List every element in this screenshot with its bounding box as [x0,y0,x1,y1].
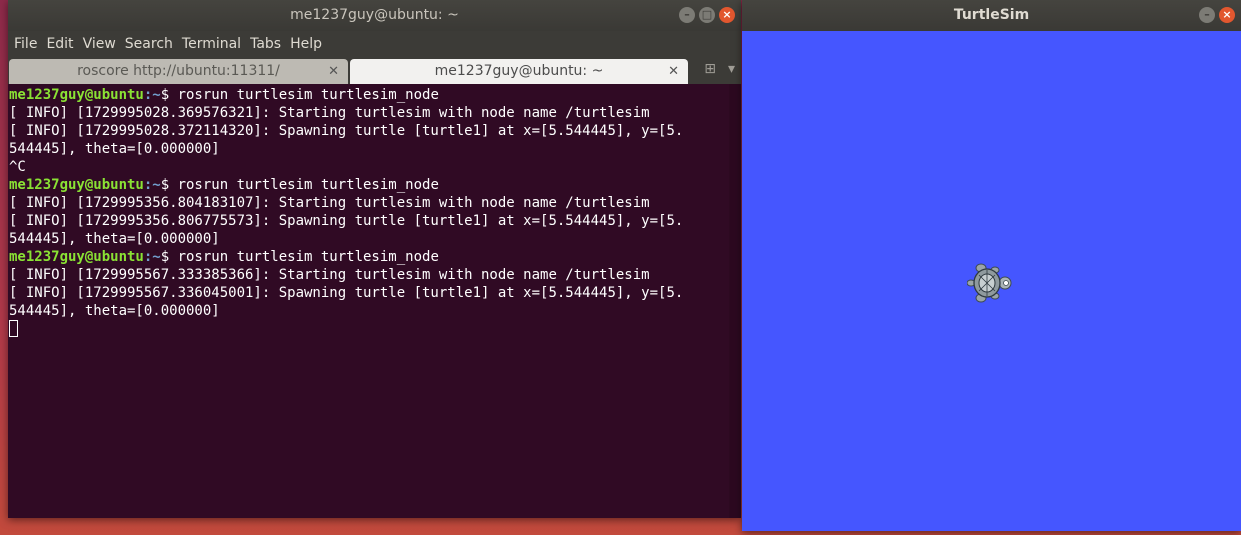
tab-roscore[interactable]: roscore http://ubuntu:11311/ ✕ [9,59,348,84]
prompt-user: me1237guy@ubuntu [9,249,144,265]
terminal-titlebar[interactable]: me1237guy@ubuntu: ~ – □ × [8,0,741,31]
terminal-output-line: [ INFO] [1729995028.372114320]: Spawning… [9,123,684,139]
terminal-output-line: [ INFO] [1729995028.369576321]: Starting… [9,105,650,121]
terminal-title: me1237guy@ubuntu: ~ [290,7,459,23]
menu-file[interactable]: File [14,36,44,52]
terminal-output-line: 544445], theta=[0.000000] [9,303,220,319]
terminal-prompt-line: me1237guy@ubuntu:~$ rosrun turtlesim tur… [9,248,729,266]
close-button[interactable]: × [1219,7,1235,23]
turtle-icon [967,263,1012,303]
menu-search[interactable]: Search [125,36,180,52]
prompt-command: $ rosrun turtlesim turtlesim_node [160,249,439,265]
menu-help[interactable]: Help [290,36,329,52]
terminal-cursor-line [9,320,729,338]
terminal-output-line: [ INFO] [1729995567.333385366]: Starting… [9,267,650,283]
tab-shell[interactable]: me1237guy@ubuntu: ~ ✕ [350,59,688,84]
minimize-button[interactable]: – [679,7,695,23]
menu-view[interactable]: View [83,36,123,52]
terminal-output[interactable]: me1237guy@ubuntu:~$ rosrun turtlesim tur… [8,84,729,518]
terminal-prompt-line: me1237guy@ubuntu:~$ rosrun turtlesim tur… [9,176,729,194]
prompt-user: me1237guy@ubuntu [9,87,144,103]
turtlesim-canvas [742,31,1241,531]
turtlesim-titlebar[interactable]: TurtleSim – × [742,0,1241,31]
terminal-menubar: File Edit View Search Terminal Tabs Help [8,31,741,56]
terminal-output-line: ^C [9,159,26,175]
new-tab-icon[interactable]: ⊞ [704,61,716,77]
terminal-window[interactable]: me1237guy@ubuntu: ~ – □ × File Edit View… [8,0,741,518]
terminal-cursor [9,320,18,337]
turtlesim-title: TurtleSim [953,7,1030,23]
menu-terminal[interactable]: Terminal [182,36,248,52]
terminal-output-line: [ INFO] [1729995567.336045001]: Spawning… [9,285,684,301]
prompt-command: $ rosrun turtlesim turtlesim_node [160,87,439,103]
tab-close-icon[interactable]: ✕ [328,59,339,84]
prompt-path: :~ [143,177,161,193]
terminal-output-line: 544445], theta=[0.000000] [9,231,220,247]
maximize-button[interactable]: □ [699,7,715,23]
tab-menu-chevron-icon[interactable]: ▾ [728,61,735,77]
prompt-command: $ rosrun turtlesim turtlesim_node [160,177,439,193]
tab-close-icon[interactable]: ✕ [668,59,679,84]
menu-tabs[interactable]: Tabs [250,36,288,52]
prompt-path: :~ [143,87,161,103]
terminal-scrollbar[interactable] [729,84,741,518]
terminal-prompt-line: me1237guy@ubuntu:~$ rosrun turtlesim tur… [9,86,729,104]
tab-label: me1237guy@ubuntu: ~ [434,63,604,79]
turtlesim-window[interactable]: TurtleSim – × [742,0,1241,531]
terminal-tabbar: roscore http://ubuntu:11311/ ✕ me1237guy… [8,56,741,84]
prompt-user: me1237guy@ubuntu [9,177,144,193]
tab-label: roscore http://ubuntu:11311/ [77,63,280,79]
minimize-button[interactable]: – [1199,7,1215,23]
terminal-output-line: [ INFO] [1729995356.804183107]: Starting… [9,195,650,211]
prompt-path: :~ [143,249,161,265]
terminal-output-line: 544445], theta=[0.000000] [9,141,220,157]
close-button[interactable]: × [719,7,735,23]
terminal-output-line: [ INFO] [1729995356.806775573]: Spawning… [9,213,684,229]
menu-edit[interactable]: Edit [46,36,80,52]
